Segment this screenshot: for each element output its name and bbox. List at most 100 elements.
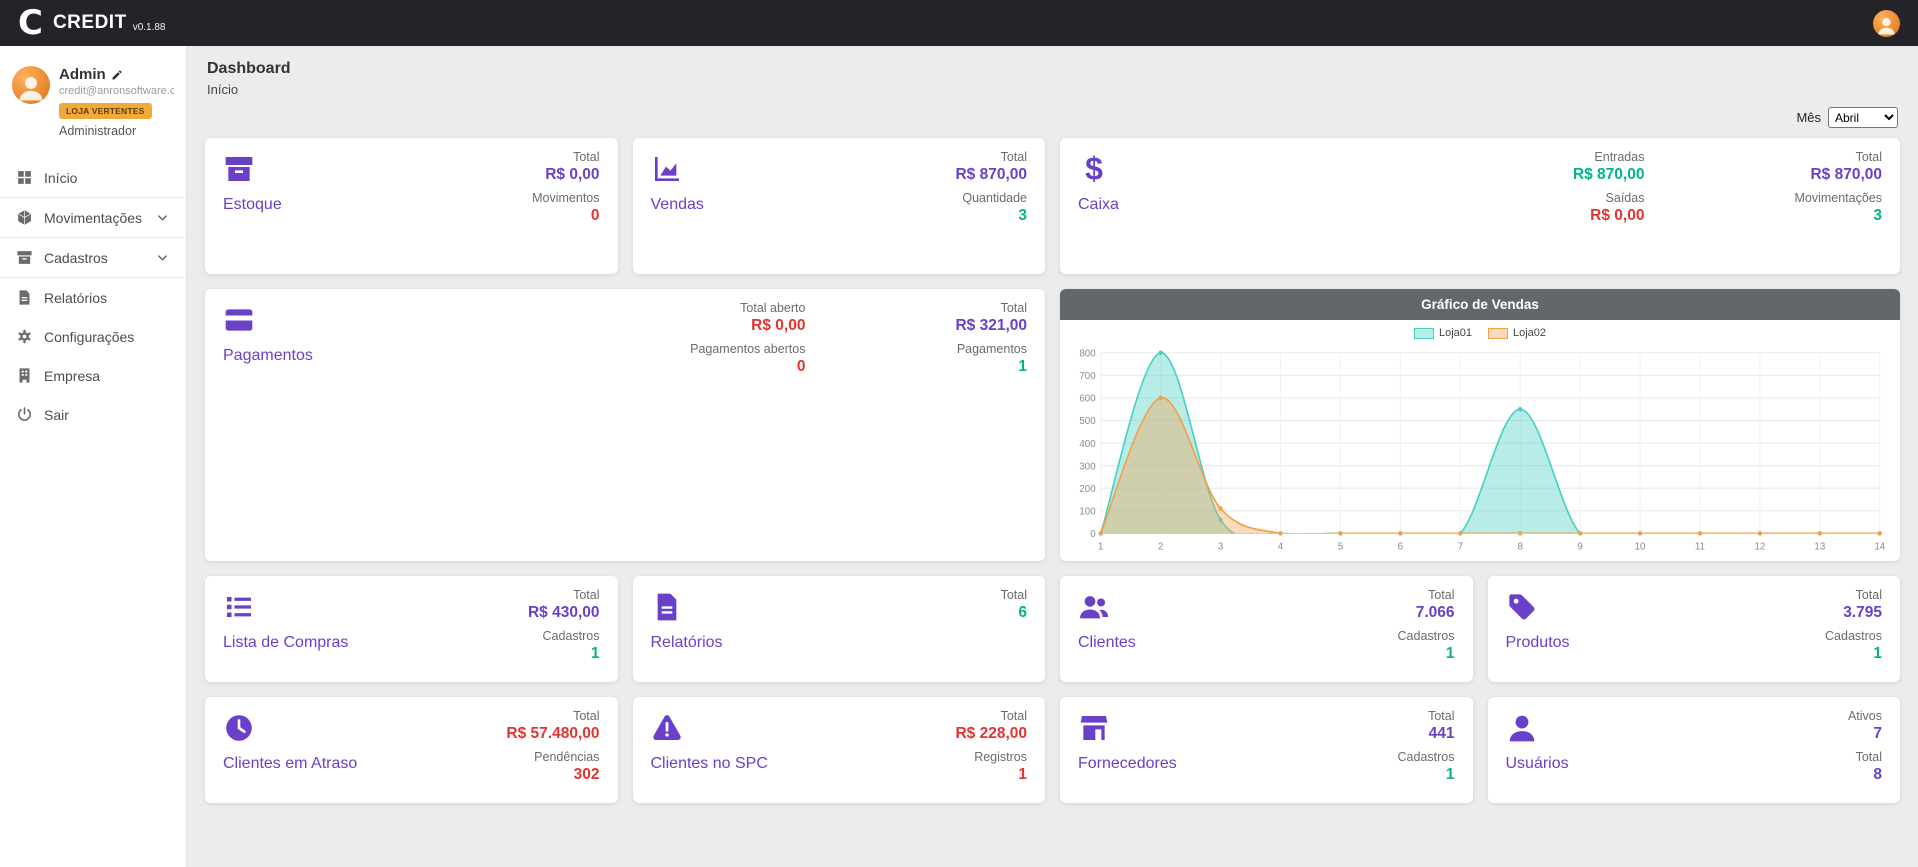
svg-text:800: 800 (1079, 348, 1096, 359)
stat-value: 302 (506, 766, 599, 784)
sidebar-item-movimentacoes[interactable]: Movimentações (0, 197, 186, 237)
sidebar-item-sair[interactable]: Sair (0, 395, 186, 434)
stat-value: 1 (1398, 766, 1455, 784)
edit-profile-icon[interactable] (111, 69, 123, 81)
store-badge: LOJA VERTENTES (59, 103, 152, 119)
sidebar-item-cadastros[interactable]: Cadastros (0, 237, 186, 278)
card-usuarios[interactable]: Usuários Ativos 7 Total 8 (1488, 697, 1901, 803)
svg-text:11: 11 (1695, 541, 1706, 552)
month-select[interactable]: Abril (1828, 107, 1898, 128)
svg-text:2: 2 (1158, 541, 1164, 552)
page-title: Dashboard (207, 60, 1898, 78)
svg-text:4: 4 (1278, 541, 1284, 552)
stat-value: 6 (1001, 604, 1027, 622)
card-clientes[interactable]: Clientes Total 7.066 Cadastros 1 (1060, 576, 1473, 682)
stat-label: Total aberto (690, 301, 805, 315)
svg-text:700: 700 (1079, 371, 1096, 382)
svg-text:1: 1 (1098, 541, 1104, 552)
users-icon (1078, 591, 1110, 623)
sidebar-item-label: Início (44, 170, 77, 186)
svg-text:10: 10 (1635, 541, 1646, 552)
screen: C CREDIT v0.1.88 Admin credit@anronsoftw… (0, 0, 1918, 867)
stat-label: Total (1848, 750, 1882, 764)
stat-label: Total (1001, 588, 1027, 602)
card-pagamentos[interactable]: Pagamentos Total aberto R$ 0,00 Pagament… (205, 289, 1045, 561)
list-icon (223, 591, 255, 623)
card-caixa[interactable]: $ Caixa Entradas R$ 870,00 Saídas R$ 0,0… (1060, 138, 1900, 274)
sidebar-item-label: Relatórios (44, 290, 107, 306)
stat-value: R$ 321,00 (955, 317, 1027, 335)
card-produtos[interactable]: Produtos Total 3.795 Cadastros 1 (1488, 576, 1901, 682)
svg-text:300: 300 (1079, 461, 1096, 472)
stat-label: Ativos (1848, 709, 1882, 723)
card-clientes-em-atraso[interactable]: Clientes em Atraso Total R$ 57.480,00 Pe… (205, 697, 618, 803)
stat-value: 3 (1794, 207, 1882, 225)
building-icon (16, 367, 33, 384)
stat-label: Pendências (506, 750, 599, 764)
sidebar-item-relatorios[interactable]: Relatórios (0, 278, 186, 317)
svg-text:14: 14 (1874, 541, 1885, 552)
stat-label: Total (532, 150, 599, 164)
user-icon (1506, 712, 1538, 744)
stat-label: Total (955, 709, 1027, 723)
stat-value: R$ 57.480,00 (506, 725, 599, 743)
svg-text:8: 8 (1518, 541, 1524, 552)
stat-value: R$ 430,00 (528, 604, 600, 622)
grid-icon (16, 169, 33, 186)
dollar-icon: $ (1078, 153, 1110, 185)
stat-label: Total (955, 301, 1027, 315)
stat-value: 3.795 (1825, 604, 1882, 622)
stat-value: R$ 0,00 (1573, 207, 1645, 225)
svg-text:$: $ (1085, 153, 1103, 185)
stat-label: Cadastros (1825, 629, 1882, 643)
profile-role: Administrador (59, 124, 174, 138)
stat-value: 0 (532, 207, 599, 225)
sidebar-item-empresa[interactable]: Empresa (0, 356, 186, 395)
stat-label: Total (1398, 709, 1455, 723)
card-vendas[interactable]: Vendas Total R$ 870,00 Quantidade 3 (633, 138, 1046, 274)
stat-label: Saídas (1573, 191, 1645, 205)
svg-text:100: 100 (1079, 506, 1096, 517)
stat-value: R$ 0,00 (690, 317, 805, 335)
month-filter-label: Mês (1796, 110, 1821, 125)
sidebar-item-inicio[interactable]: Início (0, 158, 186, 197)
card-clientes-no-spc[interactable]: Clientes no SPC Total R$ 228,00 Registro… (633, 697, 1046, 803)
box-archive-icon (223, 153, 255, 185)
stat-value: R$ 870,00 (1794, 166, 1882, 184)
stat-label: Total (1825, 588, 1882, 602)
stat-value: 441 (1398, 725, 1455, 743)
stat-label: Movimentos (532, 191, 599, 205)
avatar[interactable] (12, 66, 50, 104)
shop-icon (1078, 712, 1110, 744)
card-fornecedores[interactable]: Fornecedores Total 441 Cadastros 1 (1060, 697, 1473, 803)
stat-label: Total (528, 588, 600, 602)
chart-area-icon (651, 153, 683, 185)
sidebar-item-label: Movimentações (44, 210, 142, 226)
card-relatorios[interactable]: Relatórios Total 6 (633, 576, 1046, 682)
credit-card-icon (223, 304, 255, 336)
sales-chart-panel: Gráfico de Vendas Loja01Loja02 010020030… (1060, 289, 1900, 561)
stat-value: 7 (1848, 725, 1882, 743)
power-icon (16, 406, 33, 423)
sidebar: Admin credit@anronsoftware.co... LOJA VE… (0, 46, 187, 867)
user-avatar[interactable] (1873, 10, 1900, 37)
card-estoque[interactable]: Estoque Total R$ 0,00 Movimentos 0 (205, 138, 618, 274)
dashboard-grid: Estoque Total R$ 0,00 Movimentos 0 Venda… (205, 138, 1900, 803)
stat-value: R$ 0,00 (532, 166, 599, 184)
stat-value: 1 (528, 645, 600, 663)
svg-text:0: 0 (1090, 529, 1096, 540)
svg-text:9: 9 (1577, 541, 1583, 552)
svg-text:600: 600 (1079, 393, 1096, 404)
stat-value: 8 (1848, 766, 1882, 784)
stat-value: 1 (1825, 645, 1882, 663)
card-lista-de-compras[interactable]: Lista de Compras Total R$ 430,00 Cadastr… (205, 576, 618, 682)
stat-label: Entradas (1573, 150, 1645, 164)
stat-value: R$ 228,00 (955, 725, 1027, 743)
stat-label: Registros (955, 750, 1027, 764)
stat-label: Total (506, 709, 599, 723)
sidebar-item-label: Configurações (44, 329, 134, 345)
stat-value: R$ 870,00 (1573, 166, 1645, 184)
chart-title: Gráfico de Vendas (1060, 289, 1900, 320)
sidebar-item-configuracoes[interactable]: Configurações (0, 317, 186, 356)
stat-label: Total (1794, 150, 1882, 164)
